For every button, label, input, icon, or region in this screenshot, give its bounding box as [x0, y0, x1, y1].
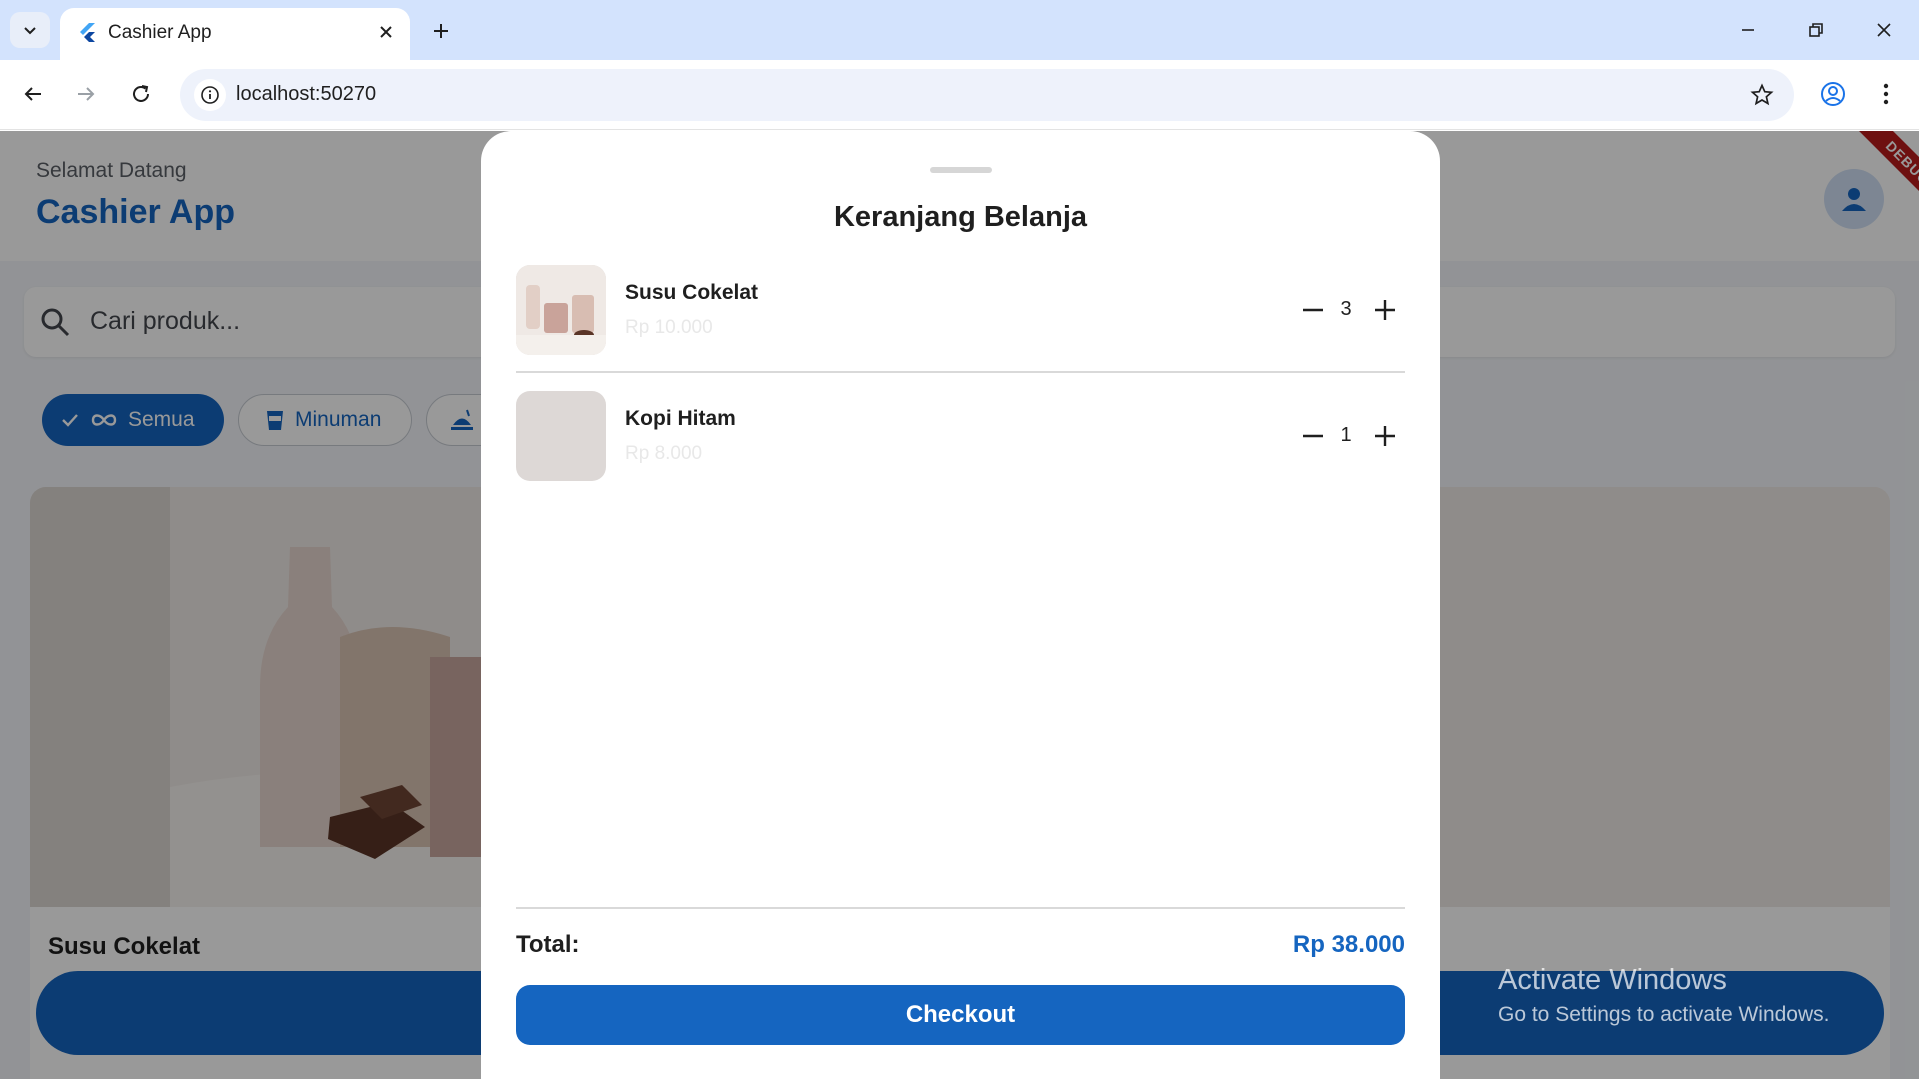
checkout-button[interactable]: Checkout: [516, 985, 1405, 1045]
plus-icon: [1375, 426, 1395, 446]
tab-title: Cashier App: [108, 22, 212, 43]
bookmark-button[interactable]: [1748, 81, 1776, 109]
star-icon: [1750, 83, 1774, 106]
watermark-title: Activate Windows: [1498, 964, 1727, 996]
arrow-right-icon: [78, 87, 95, 101]
browser-tab-bar: Cashier App: [0, 0, 1919, 60]
quantity-value: 3: [1340, 298, 1352, 320]
restore-button[interactable]: [1788, 8, 1844, 52]
total-value: Rp 38.000: [1292, 931, 1405, 958]
decrease-quantity-button[interactable]: [1298, 295, 1328, 325]
total-label: Total:: [516, 931, 580, 958]
increase-quantity-button[interactable]: [1370, 421, 1400, 451]
close-icon: [1877, 23, 1891, 37]
address-bar[interactable]: localhost:50270: [180, 69, 1794, 121]
plus-icon: [1375, 300, 1395, 320]
forward-button[interactable]: [66, 74, 106, 114]
tab-search-button[interactable]: [10, 12, 50, 48]
minimize-button[interactable]: [1720, 8, 1776, 52]
minimize-icon: [1742, 29, 1754, 31]
watermark-subtitle: Go to Settings to activate Windows.: [1498, 1003, 1830, 1026]
drag-handle[interactable]: [930, 167, 992, 173]
reload-button[interactable]: [121, 74, 161, 114]
browser-menu-button[interactable]: [1866, 74, 1906, 114]
decrease-quantity-button[interactable]: [1298, 421, 1328, 451]
restore-icon: [1809, 23, 1823, 37]
profile-button[interactable]: [1813, 74, 1853, 114]
item-thumbnail: [516, 265, 606, 355]
new-tab-button[interactable]: [422, 12, 460, 50]
arrow-left-icon: [24, 87, 41, 101]
activate-windows-watermark: Activate Windows Go to Settings to activ…: [1498, 964, 1830, 1027]
profile-icon: [1821, 82, 1845, 106]
cart-item: Kopi Hitam Rp 8.000 1: [516, 391, 1405, 481]
minus-icon: [1303, 308, 1323, 312]
window-close-button[interactable]: [1856, 8, 1912, 52]
tab-close-button[interactable]: [372, 18, 400, 46]
more-vert-icon: [1883, 83, 1889, 105]
item-thumbnail: [516, 391, 606, 481]
sheet-title: Keranjang Belanja: [833, 201, 1088, 233]
site-info-button[interactable]: [194, 79, 226, 111]
item-price: Rp 10.000: [625, 317, 713, 338]
item-divider: [516, 371, 1405, 373]
chevron-down-icon: [24, 27, 36, 35]
minus-icon: [1303, 434, 1323, 438]
flutter-icon: [80, 23, 95, 42]
item-name: Susu Cokelat: [625, 281, 759, 304]
cart-item: Susu Cokelat Rp 10.000 3: [516, 265, 1405, 355]
close-icon: [380, 26, 392, 38]
reload-icon: [133, 85, 149, 102]
plus-icon: [434, 24, 448, 38]
info-icon: [201, 86, 219, 104]
browser-tab[interactable]: Cashier App: [60, 8, 410, 60]
cart-sheet: Keranjang Belanja Susu Cokelat Rp 10.000…: [481, 131, 1440, 1079]
total-divider: [516, 907, 1405, 909]
item-name: Kopi Hitam: [625, 407, 736, 430]
quantity-value: 1: [1340, 424, 1352, 446]
back-button[interactable]: [13, 74, 53, 114]
url-text[interactable]: localhost:50270: [236, 83, 376, 106]
item-price: Rp 8.000: [625, 443, 703, 464]
increase-quantity-button[interactable]: [1370, 295, 1400, 325]
browser-toolbar: localhost:50270: [0, 60, 1919, 130]
product-photo: [516, 265, 606, 355]
